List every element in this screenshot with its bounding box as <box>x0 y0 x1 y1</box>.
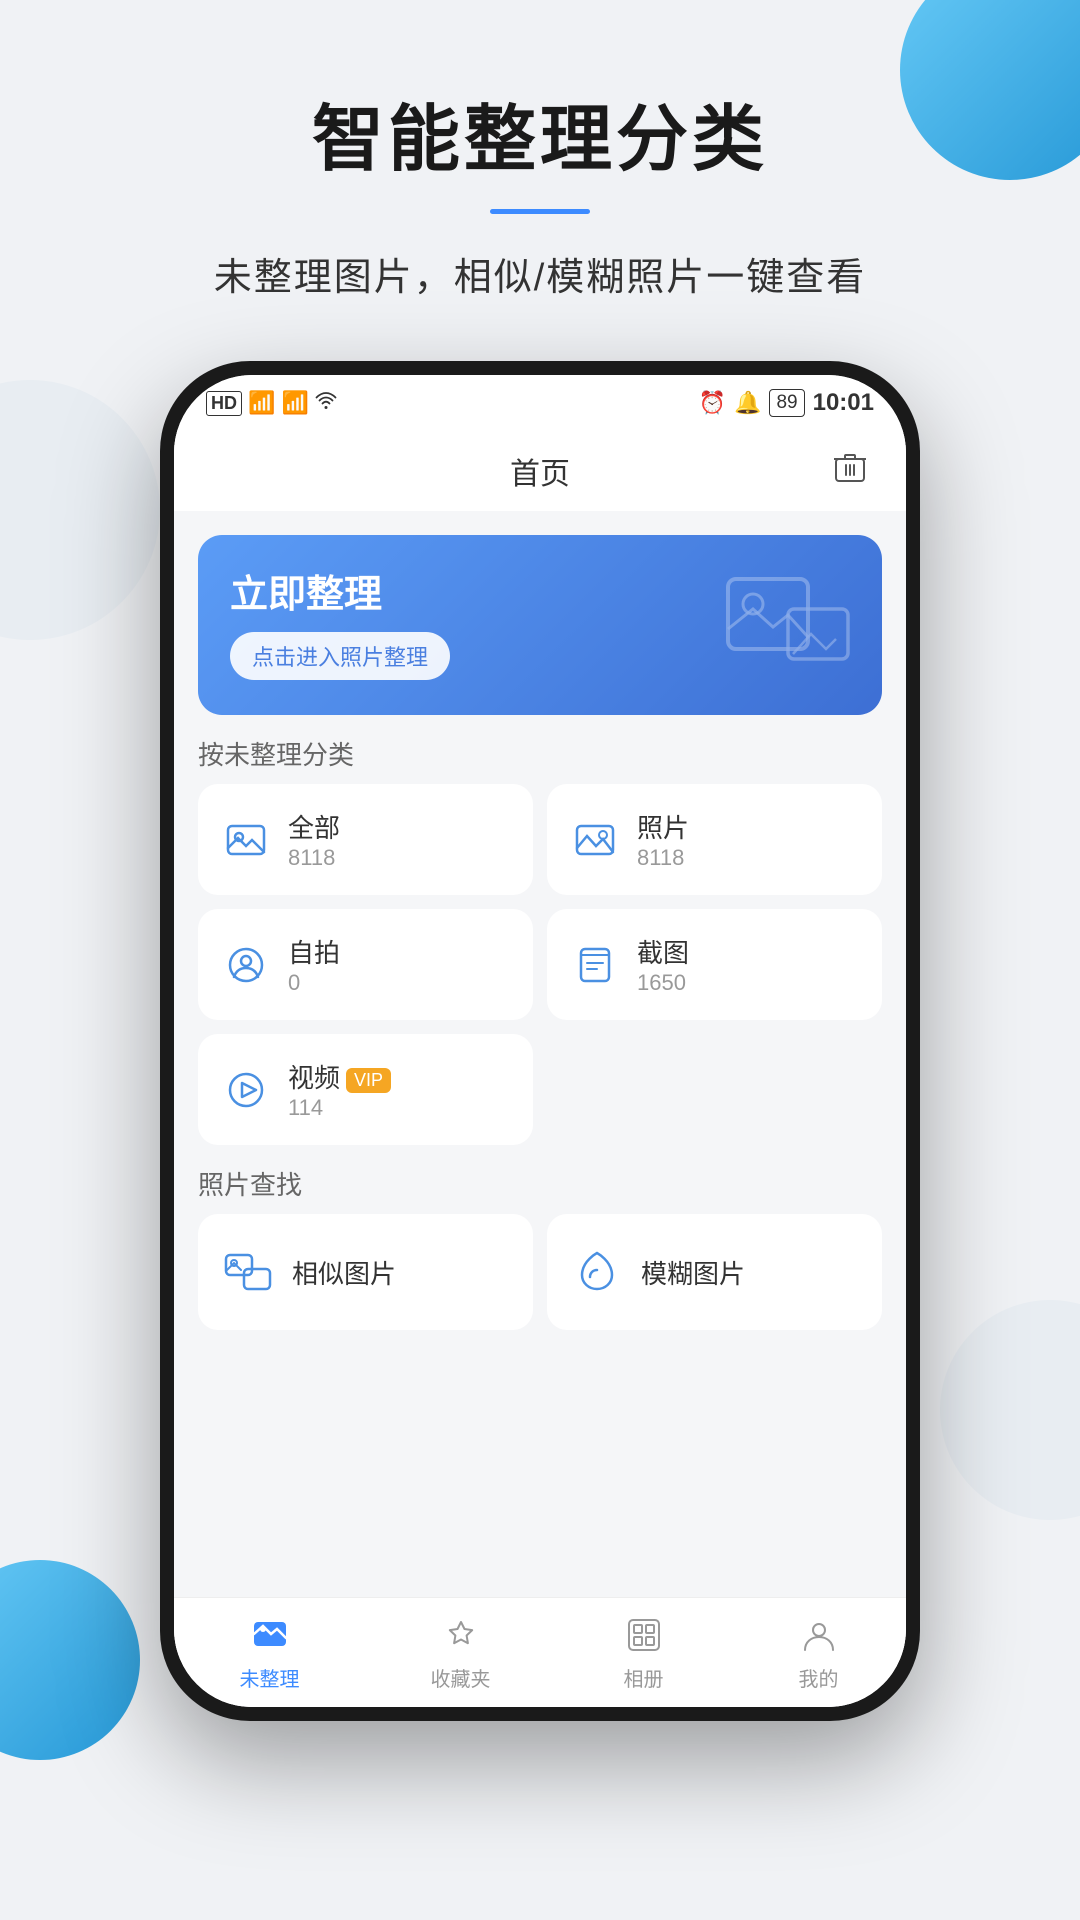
find-section-label: 照片查找 <box>198 1165 882 1202</box>
unorganized-tab-icon <box>248 1613 292 1657</box>
find-blur[interactable]: 模糊图片 <box>547 1214 882 1330</box>
main-scroll: 立即整理 点击进入照片整理 <box>174 511 906 1597</box>
vip-badge: VIP <box>346 1068 391 1093</box>
banner-decoration <box>718 559 858 689</box>
category-selfie-info: 自拍 0 <box>288 933 340 996</box>
status-right: ⏰ 🔔 89 10:01 <box>699 389 874 417</box>
all-photos-icon <box>220 814 272 866</box>
tab-bar: 未整理 收藏夹 <box>174 1597 906 1707</box>
title-divider <box>490 209 590 214</box>
category-all-count: 8118 <box>288 845 340 871</box>
main-title: 智能整理分类 <box>312 80 768 185</box>
tab-unorganized[interactable]: 未整理 <box>240 1613 300 1692</box>
tab-favorites-label: 收藏夹 <box>431 1663 491 1692</box>
subtitle: 未整理图片，相似/模糊照片一键查看 <box>214 246 867 301</box>
hd-badge: HD <box>206 391 242 416</box>
selfie-icon <box>220 939 272 991</box>
profile-tab-icon <box>797 1613 841 1657</box>
tab-album-label: 相册 <box>624 1663 664 1692</box>
tab-profile-label: 我的 <box>799 1663 839 1692</box>
tab-album[interactable]: 相册 <box>622 1613 666 1692</box>
wifi-icon <box>315 390 337 416</box>
bell-icon: 🔔 <box>734 390 761 416</box>
tab-profile[interactable]: 我的 <box>797 1613 841 1692</box>
category-all-name: 全部 <box>288 808 340 845</box>
category-photos-count: 8118 <box>637 845 689 871</box>
category-video-info: 视频VIP 114 <box>288 1058 391 1121</box>
category-video-name: 视频VIP <box>288 1058 391 1095</box>
phone-frame: HD 📶 📶 ⏰ 🔔 <box>160 361 920 1721</box>
find-grid: 相似图片 <box>198 1214 882 1330</box>
phone-mockup: HD 📶 📶 ⏰ 🔔 <box>160 361 920 1721</box>
category-screenshot-name: 截图 <box>637 933 689 970</box>
favorites-tab-icon <box>439 1613 483 1657</box>
category-photos-info: 照片 8118 <box>637 808 689 871</box>
category-all[interactable]: 全部 8118 <box>198 784 533 895</box>
category-selfie-count: 0 <box>288 970 340 996</box>
app-content: 首页 <box>174 431 906 1707</box>
page-content: 智能整理分类 未整理图片，相似/模糊照片一键查看 HD 📶 📶 <box>0 0 1080 1721</box>
find-similar[interactable]: 相似图片 <box>198 1214 533 1330</box>
categories-grid: 全部 8118 <box>198 784 882 1145</box>
trash-button[interactable] <box>834 451 866 492</box>
tab-favorites[interactable]: 收藏夹 <box>431 1613 491 1692</box>
category-selfie-name: 自拍 <box>288 933 340 970</box>
category-photos-name: 照片 <box>637 808 689 845</box>
unorganized-section-label: 按未整理分类 <box>198 735 882 772</box>
find-similar-name: 相似图片 <box>292 1254 396 1291</box>
banner[interactable]: 立即整理 点击进入照片整理 <box>198 535 882 715</box>
category-photos[interactable]: 照片 8118 <box>547 784 882 895</box>
category-selfie[interactable]: 自拍 0 <box>198 909 533 1020</box>
phone-inner: HD 📶 📶 ⏰ 🔔 <box>174 375 906 1707</box>
album-tab-icon <box>622 1613 666 1657</box>
banner-button[interactable]: 点击进入照片整理 <box>230 632 450 680</box>
unorganized-section: 按未整理分类 <box>198 735 882 1145</box>
battery-level: 89 <box>769 389 804 417</box>
find-blur-name: 模糊图片 <box>641 1254 745 1291</box>
alarm-icon: ⏰ <box>699 390 726 416</box>
category-all-info: 全部 8118 <box>288 808 340 871</box>
signal-icons: 📶 📶 <box>248 390 309 416</box>
category-screenshot-count: 1650 <box>637 970 689 996</box>
status-left: HD 📶 📶 <box>206 390 337 416</box>
status-bar: HD 📶 📶 ⏰ 🔔 <box>174 375 906 431</box>
category-video-count: 114 <box>288 1095 391 1121</box>
screenshot-icon <box>569 939 621 991</box>
time-display: 10:01 <box>813 389 874 417</box>
category-screenshot-info: 截图 1650 <box>637 933 689 996</box>
category-screenshot[interactable]: 截图 1650 <box>547 909 882 1020</box>
video-icon <box>220 1064 272 1116</box>
blur-icon <box>569 1244 625 1300</box>
tab-unorganized-label: 未整理 <box>240 1663 300 1692</box>
find-section: 照片查找 <box>198 1165 882 1330</box>
photos-icon <box>569 814 621 866</box>
nav-title: 首页 <box>510 449 570 493</box>
similar-icon <box>220 1244 276 1300</box>
top-nav: 首页 <box>174 431 906 511</box>
category-video[interactable]: 视频VIP 114 <box>198 1034 533 1145</box>
